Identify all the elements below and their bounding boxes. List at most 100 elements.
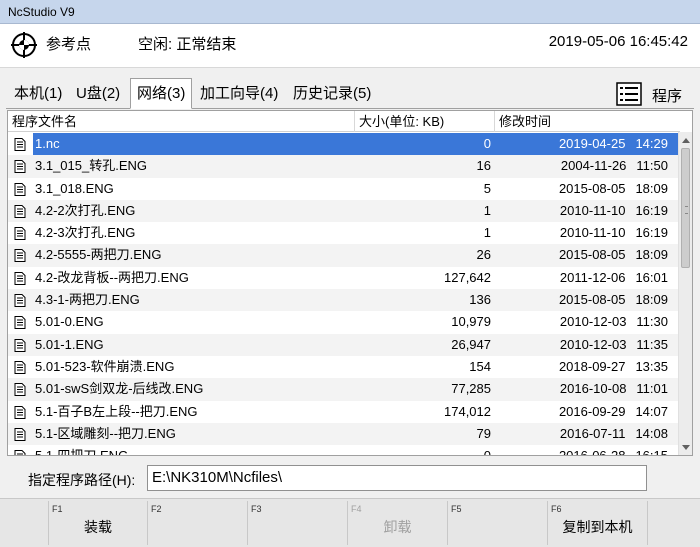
tab-history[interactable]: 历史记录(5) [287, 80, 377, 109]
path-input[interactable]: E:\NK310M\Ncfiles\ [147, 465, 647, 491]
file-date: 2010-12-03 [559, 314, 627, 330]
file-modified: 2004-11-26 11:50 [495, 155, 680, 177]
file-time: 11:01 [636, 381, 668, 397]
file-size: 0 [483, 448, 491, 456]
fkey-number: F1 [52, 504, 63, 514]
fkey-number: F3 [251, 504, 262, 514]
file-date: 2004-11-26 [560, 158, 627, 174]
file-time: 11:30 [636, 314, 668, 330]
table-row[interactable]: 4.3-1-两把刀.ENG 136 2015-08-05 18:09 [8, 289, 680, 312]
column-header-name[interactable]: 程序文件名 [8, 111, 355, 132]
column-header-modified[interactable]: 修改时间 [495, 111, 680, 132]
fkey-f3[interactable]: F3 [248, 501, 348, 545]
vertical-scrollbar[interactable] [678, 132, 692, 455]
file-date: 2018-09-27 [558, 358, 626, 374]
file-size: 127,642 [444, 269, 491, 285]
file-list: 程序文件名 大小(单位: KB) 修改时间 1.nc 0 2019-04-25 14:… [7, 110, 693, 456]
document-icon [14, 360, 26, 374]
table-row[interactable]: 1.nc 0 2019-04-25 14:29 [8, 133, 680, 156]
program-button-label: 程序 [652, 88, 683, 105]
table-row[interactable]: 5.1-百子B左上段--把刀.ENG 174,012 2016-09-29 14:07 [8, 401, 680, 423]
file-date: 2016-06-28 [558, 448, 626, 456]
table-row[interactable]: 5.1-区域雕刻--把刀.ENG 79 2016-07-11 14:08 [8, 422, 680, 446]
table-row[interactable]: 4.2-5555-两把刀.ENG 26 2015-08-05 18:09 [8, 244, 680, 267]
document-icon [14, 450, 26, 455]
scroll-down-icon[interactable] [682, 445, 690, 450]
fkey-number: F6 [551, 504, 562, 514]
table-row[interactable]: 4.2-改龙背板--两把刀.ENG 127,642 2011-12-06 16:01 [8, 267, 680, 289]
file-name: 5.01-0.ENG [35, 314, 104, 330]
column-header-size[interactable]: 大小(单位: KB) [355, 111, 495, 132]
document-icon [14, 294, 26, 308]
file-modified: 2015-08-05 18:09 [495, 289, 680, 311]
function-key-bar: F1 装载 F2 F3 F4 卸载 F5 F6 复制到本机 [0, 498, 700, 547]
file-name: 5.01-swS剑双龙-后线改.ENG [35, 381, 204, 397]
table-row[interactable]: 5.01-swS剑双龙-后线改.ENG 77,285 2016-10-08 11:01 [8, 378, 680, 401]
file-name: 1.nc [33, 133, 355, 155]
file-time: 16:19 [635, 225, 668, 241]
table-row[interactable]: 5.1-四把刀.ENG 0 2016-06-28 16:15 [8, 445, 680, 456]
tab-wizard[interactable]: 加工向导(4) [194, 80, 284, 109]
program-button[interactable]: 程序 [616, 80, 686, 108]
tab-local[interactable]: 本机(1) [8, 80, 68, 109]
file-name: 5.1-四把刀.ENG [35, 448, 129, 456]
file-time: 16:01 [635, 269, 668, 285]
file-date: 2010-11-10 [559, 225, 626, 241]
table-row[interactable]: 4.2-2次打孔.ENG 1 2010-11-10 16:19 [8, 199, 680, 223]
file-list-header: 程序文件名 大小(单位: KB) 修改时间 [8, 111, 680, 132]
grip-icon [685, 206, 688, 214]
file-modified: 2019-04-25 14:29 [495, 133, 680, 155]
file-size: 79 [476, 425, 491, 441]
fkey-f5[interactable]: F5 [448, 501, 548, 545]
tab-bar: 本机(1) U盘(2) 网络(3) 加工向导(4) 历史记录(5) 程序 [0, 76, 700, 109]
file-time: 14:08 [635, 425, 668, 441]
file-time: 14:07 [635, 403, 668, 419]
file-modified: 2018-09-27 13:35 [495, 356, 680, 378]
file-modified: 2010-12-03 11:30 [495, 311, 680, 333]
table-row[interactable]: 4.2-3次打孔.ENG 1 2010-11-10 16:19 [8, 222, 680, 244]
tab-network[interactable]: 网络(3) [130, 78, 193, 109]
file-modified: 2015-08-05 18:09 [495, 244, 680, 266]
fkey-number: F2 [151, 504, 162, 514]
table-row[interactable]: 5.01-1.ENG 26,947 2010-12-03 11:35 [8, 333, 680, 356]
fkey-label: 复制到本机 [562, 519, 633, 535]
file-time: 11:50 [636, 158, 668, 174]
table-row[interactable]: 3.1_018.ENG 5 2015-08-05 18:09 [8, 178, 680, 200]
document-icon [14, 405, 26, 419]
fkey-number: F4 [351, 504, 362, 514]
fkey-number: F5 [451, 504, 462, 514]
table-row[interactable]: 3.1_015_转孔.ENG 16 2004-11-26 11:50 [8, 155, 680, 178]
scroll-thumb[interactable] [681, 148, 690, 268]
status-bar: 参考点 空闲: 正常结束 2019-05-06 16:45:42 [0, 24, 700, 68]
file-size: 16 [476, 158, 491, 174]
file-modified: 2015-08-05 18:09 [495, 178, 680, 200]
table-row[interactable]: 5.01-523-软件崩溃.ENG 154 2018-09-27 13:35 [8, 356, 680, 378]
fkey-f6[interactable]: F6 复制到本机 [548, 501, 648, 545]
tab-usb[interactable]: U盘(2) [70, 80, 126, 109]
file-time: 16:15 [635, 448, 668, 456]
file-time: 11:35 [636, 336, 668, 352]
file-date: 2016-10-08 [559, 381, 627, 397]
fkey-f4[interactable]: F4 卸载 [348, 501, 448, 545]
file-name: 5.01-523-软件崩溃.ENG [35, 358, 175, 374]
scroll-up-icon[interactable] [682, 138, 690, 143]
file-time: 14:29 [635, 136, 668, 151]
reference-point-icon[interactable] [11, 32, 37, 58]
file-name: 4.2-3次打孔.ENG [35, 225, 136, 241]
file-size: 26,947 [451, 336, 491, 352]
machine-state: 空闲: 正常结束 [138, 36, 237, 53]
file-name: 4.3-1-两把刀.ENG [35, 292, 140, 308]
fkey-f2[interactable]: F2 [148, 501, 248, 545]
file-time: 16:19 [635, 202, 668, 218]
document-icon [14, 160, 26, 174]
file-name: 3.1_018.ENG [35, 180, 114, 196]
file-date: 2010-12-03 [559, 336, 627, 352]
file-modified: 2016-10-08 11:01 [495, 378, 680, 400]
file-size: 26 [476, 247, 491, 263]
file-size: 154 [469, 358, 491, 374]
file-modified: 2016-09-29 14:07 [495, 401, 680, 423]
fkey-f1[interactable]: F1 装载 [48, 501, 148, 545]
file-size: 1 [483, 202, 491, 218]
table-row[interactable]: 5.01-0.ENG 10,979 2010-12-03 11:30 [8, 311, 680, 333]
file-time: 18:09 [635, 180, 668, 196]
